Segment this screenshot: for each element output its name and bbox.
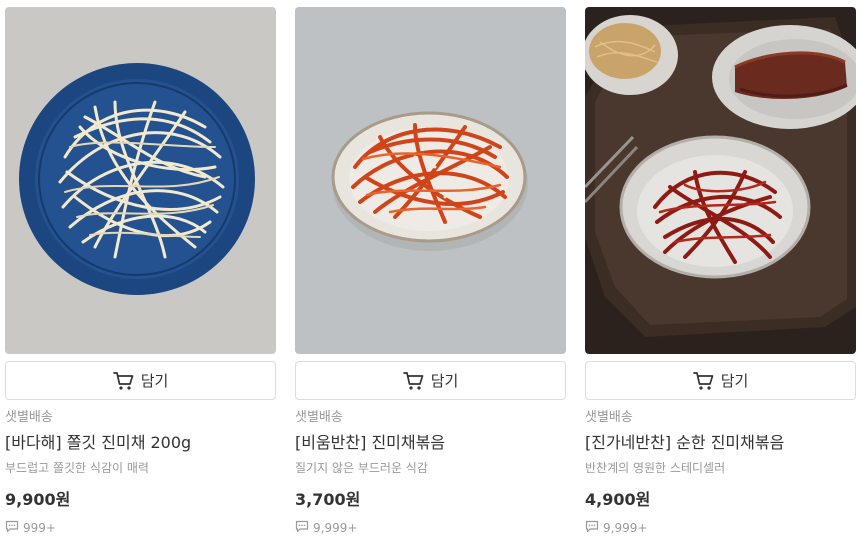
add-to-cart-button[interactable]: 담기 — [585, 361, 856, 400]
cart-icon — [112, 371, 135, 391]
add-to-cart-label: 담기 — [140, 372, 169, 390]
speech-bubble-icon — [585, 520, 599, 536]
product-card[interactable]: 담기 샛별배송 [바다해] 쫄깃 진미채 200g 부드럽고 쫄깃한 식감이 매… — [5, 7, 276, 537]
review-count-value: 9,999+ — [603, 521, 648, 535]
product-price: 3,700원 — [295, 490, 361, 509]
cart-icon — [402, 371, 425, 391]
product-description: 반찬계의 영원한 스테디셀러 — [585, 461, 726, 475]
add-to-cart-button[interactable]: 담기 — [5, 361, 276, 400]
product-image[interactable] — [295, 7, 566, 354]
add-to-cart-label: 담기 — [720, 372, 749, 390]
speech-bubble-icon — [295, 520, 309, 536]
review-count-value: 9,999+ — [313, 521, 358, 535]
product-price: 4,900원 — [585, 490, 651, 509]
review-count: 999+ — [5, 519, 276, 537]
delivery-type: 샛별배송 — [5, 410, 53, 425]
review-count: 9,999+ — [295, 519, 566, 537]
product-card[interactable]: 담기 샛별배송 [진가네반찬] 순한 진미채볶음 반찬계의 영원한 스테디셀러 … — [585, 7, 856, 537]
delivery-type: 샛별배송 — [585, 410, 633, 425]
review-count-value: 999+ — [23, 521, 56, 535]
product-image[interactable] — [585, 7, 856, 354]
product-image[interactable] — [5, 7, 276, 354]
product-title[interactable]: [비움반찬] 진미채볶음 — [295, 432, 566, 454]
product-description: 부드럽고 쫄깃한 식감이 매력 — [5, 461, 149, 475]
add-to-cart-label: 담기 — [430, 372, 459, 390]
product-price: 9,900원 — [5, 490, 71, 509]
product-card[interactable]: 담기 샛별배송 [비움반찬] 진미채볶음 질기지 않은 부드러운 식감 3,70… — [295, 7, 566, 537]
cart-icon — [692, 371, 715, 391]
product-grid: 담기 샛별배송 [바다해] 쫄깃 진미채 200g 부드럽고 쫄깃한 식감이 매… — [0, 0, 860, 544]
add-to-cart-button[interactable]: 담기 — [295, 361, 566, 400]
product-title[interactable]: [진가네반찬] 순한 진미채볶음 — [585, 432, 856, 454]
product-title[interactable]: [바다해] 쫄깃 진미채 200g — [5, 432, 276, 454]
product-description: 질기지 않은 부드러운 식감 — [295, 461, 428, 475]
speech-bubble-icon — [5, 520, 19, 536]
delivery-type: 샛별배송 — [295, 410, 343, 425]
review-count: 9,999+ — [585, 519, 856, 537]
